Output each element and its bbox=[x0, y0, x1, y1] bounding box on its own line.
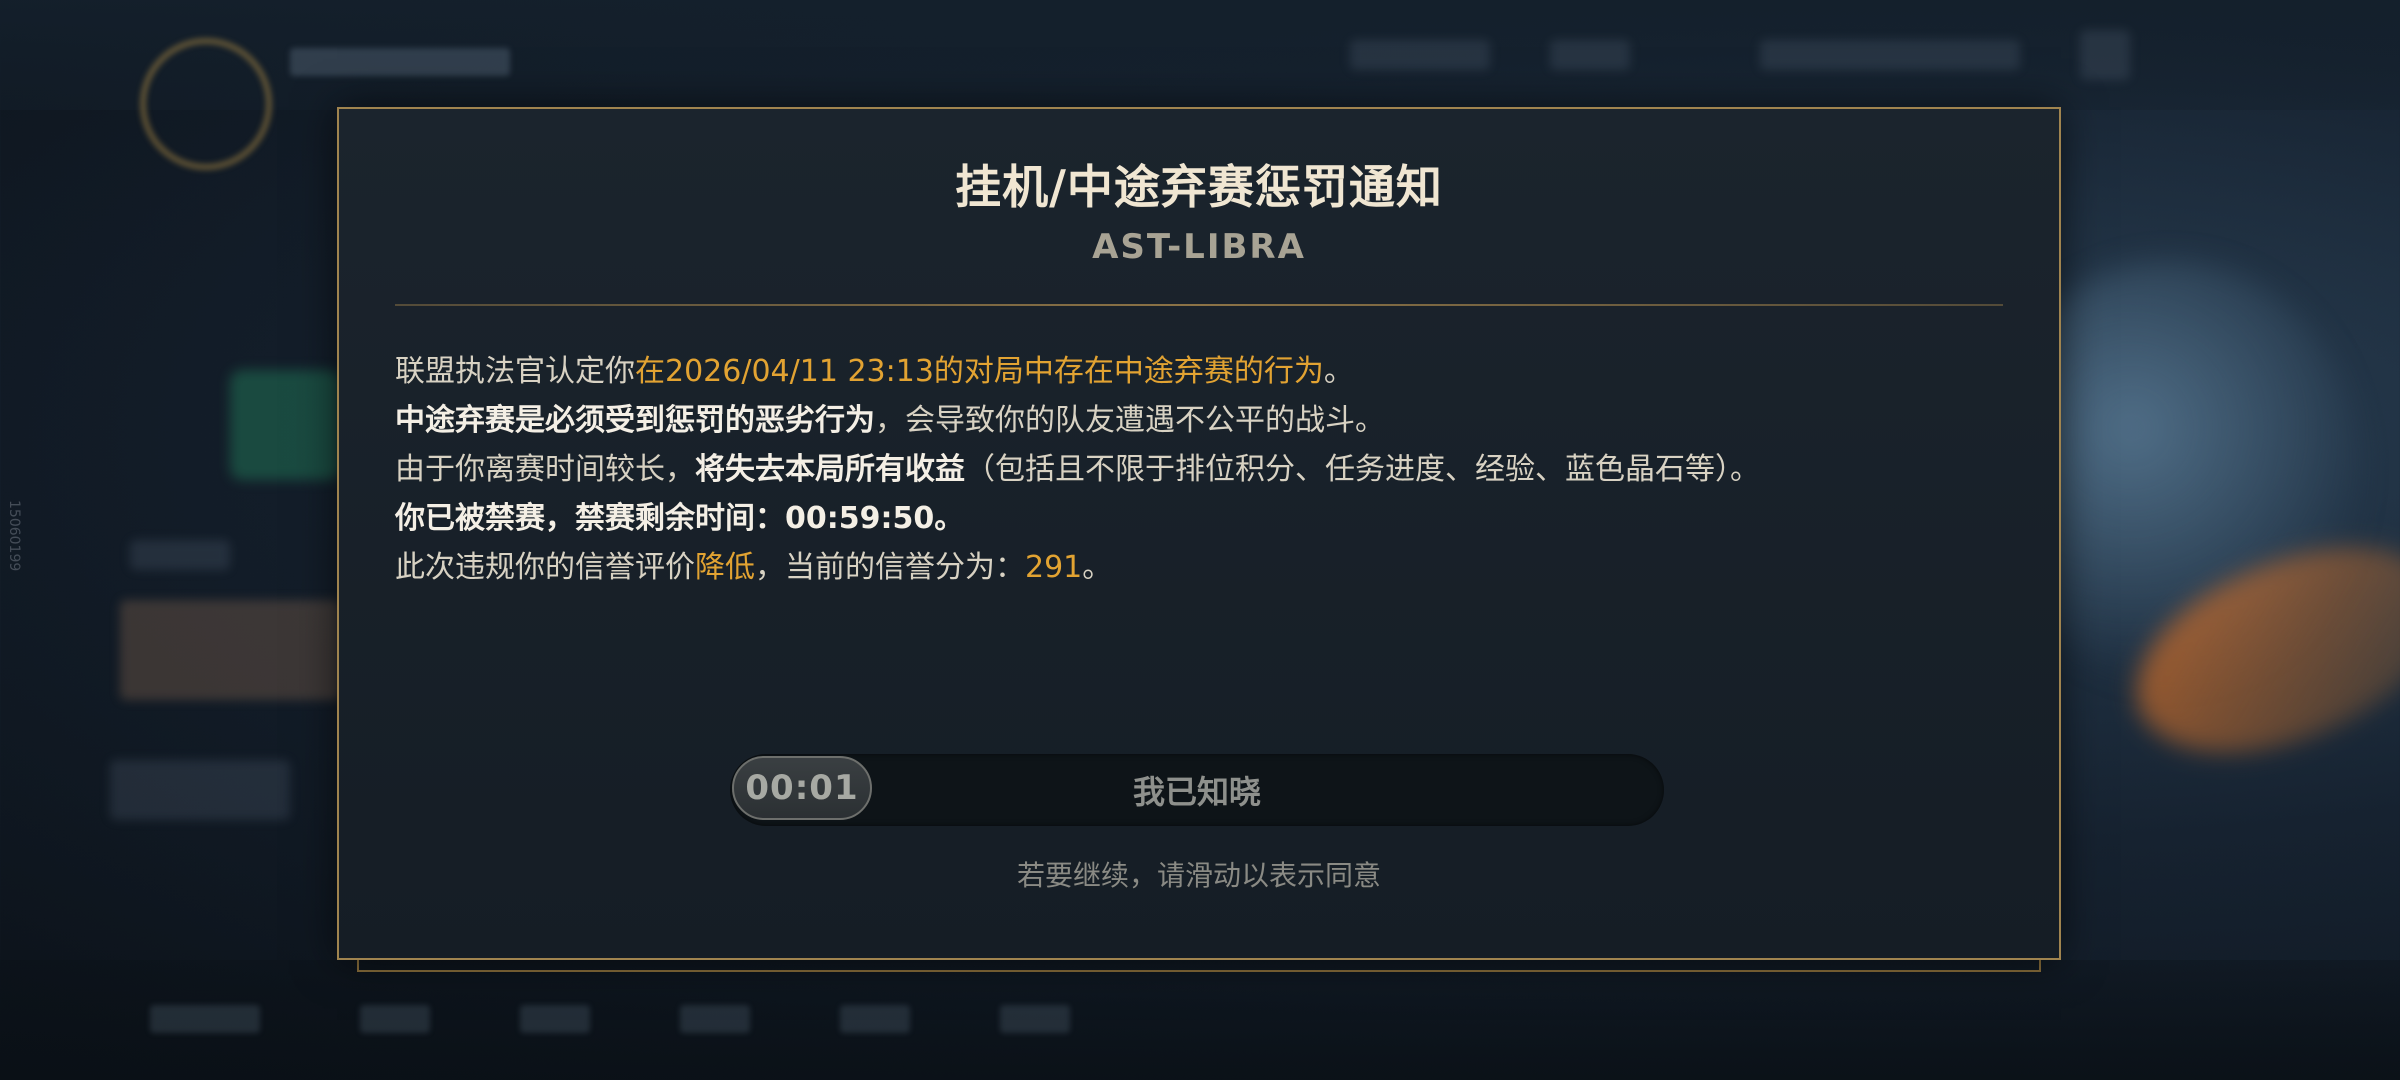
title-divider bbox=[395, 304, 2003, 306]
background-panel-card bbox=[120, 600, 340, 700]
message-line-2: 中途弃赛是必须受到惩罚的恶劣行为，会导致你的队友遭遇不公平的战斗。 bbox=[395, 396, 2005, 445]
background-nav-item bbox=[840, 1005, 910, 1033]
background-nav-item bbox=[1000, 1005, 1070, 1033]
background-panel-item bbox=[110, 760, 290, 820]
background-topbar-item bbox=[1760, 40, 2020, 70]
background-panel-item bbox=[130, 540, 230, 570]
message-text: 联盟执法官认定你 bbox=[395, 354, 635, 389]
dialog-subtitle: AST-LIBRA bbox=[1092, 227, 1306, 267]
side-version-code: 15060199 bbox=[6, 500, 22, 572]
message-text: （包括且不限于排位积分、任务进度、经验、蓝色晶石等）。 bbox=[965, 452, 1760, 487]
message-text: 此次违规你的信誉评价 bbox=[395, 550, 695, 585]
background-green-card bbox=[230, 370, 340, 480]
message-strong: 将失去本局所有收益 bbox=[695, 452, 965, 487]
match-time-highlight: 在2026/04/11 23:13的对局中存在中途弃赛的行为 bbox=[635, 354, 1324, 389]
background-topbar-item bbox=[2080, 30, 2130, 80]
dialog-title: 挂机/中途弃赛惩罚通知 bbox=[955, 160, 1443, 214]
penalty-message: 联盟执法官认定你在2026/04/11 23:13的对局中存在中途弃赛的行为。 … bbox=[395, 347, 2005, 592]
message-text: 。 bbox=[1323, 354, 1354, 389]
message-text: 。 bbox=[1082, 550, 1113, 585]
message-text: ，当前的信誉分为： bbox=[755, 550, 1025, 585]
slide-hint-text: 若要继续，请滑动以表示同意 bbox=[1016, 859, 1381, 892]
message-line-5: 此次违规你的信誉评价降低，当前的信誉分为：291。 bbox=[395, 543, 2005, 592]
background-topbar-item bbox=[1350, 40, 1490, 70]
background-nav-item bbox=[150, 1005, 260, 1033]
background-profile-ring bbox=[140, 38, 272, 170]
message-line-3: 由于你离赛时间较长，将失去本局所有收益（包括且不限于排位积分、任务进度、经验、蓝… bbox=[395, 445, 2005, 494]
message-text: ，会导致你的队友遭遇不公平的战斗。 bbox=[875, 403, 1385, 438]
background-profile-name bbox=[290, 48, 510, 76]
message-strong: 中途弃赛是必须受到惩罚的恶劣行为 bbox=[395, 403, 875, 438]
credit-change-highlight: 降低 bbox=[695, 550, 755, 585]
message-line-4: 你已被禁赛，禁赛剩余时间：00:59:50。 bbox=[395, 494, 2005, 543]
ban-remaining-time: 你已被禁赛，禁赛剩余时间：00:59:50。 bbox=[395, 501, 965, 536]
slider-handle-timer[interactable]: 00:01 bbox=[732, 756, 872, 820]
penalty-notice-dialog: 挂机/中途弃赛惩罚通知 AST-LIBRA 联盟执法官认定你在2026/04/1… bbox=[337, 107, 2061, 960]
background-nav-item bbox=[520, 1005, 590, 1033]
credit-score-value: 291 bbox=[1025, 550, 1083, 585]
background-nav-item bbox=[680, 1005, 750, 1033]
message-text: 由于你离赛时间较长， bbox=[395, 452, 695, 487]
acknowledge-slider[interactable]: 00:01 我已知晓 bbox=[730, 754, 1664, 826]
acknowledge-label: 我已知晓 bbox=[1132, 773, 1261, 811]
background-nav-item bbox=[360, 1005, 430, 1033]
dialog-bottom-edge bbox=[357, 960, 2041, 972]
message-line-1: 联盟执法官认定你在2026/04/11 23:13的对局中存在中途弃赛的行为。 bbox=[395, 347, 2005, 396]
background-topbar-item bbox=[1550, 40, 1630, 70]
